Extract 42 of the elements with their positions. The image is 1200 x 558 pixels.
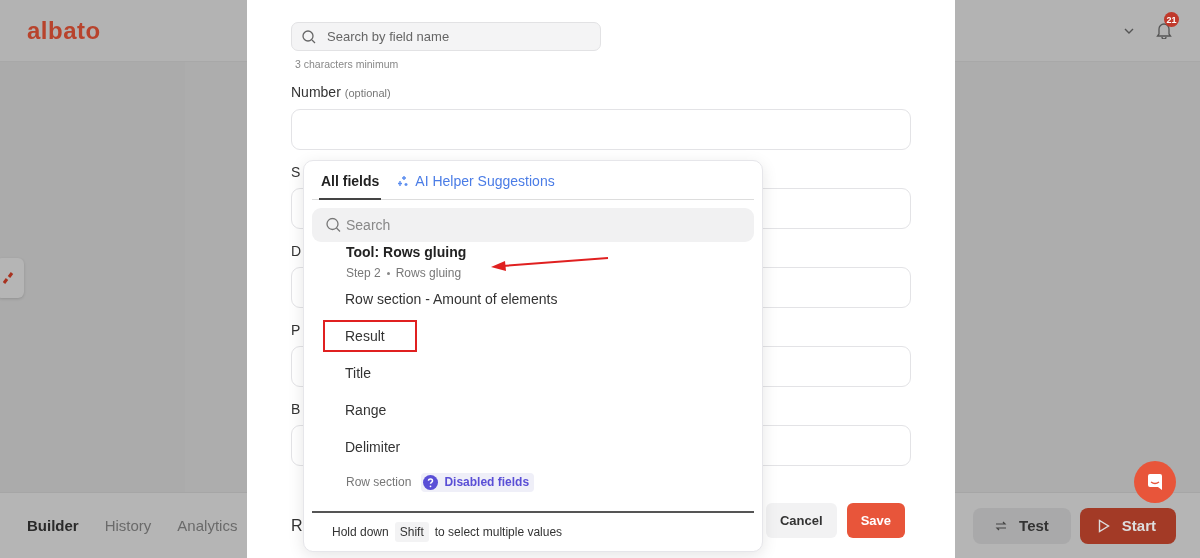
- play-icon: [1097, 518, 1110, 533]
- input-field[interactable]: [291, 109, 911, 150]
- chevron-down-icon[interactable]: [1124, 27, 1134, 34]
- field-label: P: [291, 322, 301, 338]
- optional-note: (optional): [344, 86, 391, 101]
- field-label: Number: [291, 84, 341, 100]
- section-heading: R: [291, 516, 303, 535]
- field-label: B: [291, 401, 301, 417]
- hint-text: 3 characters minimum: [295, 58, 400, 70]
- list-item[interactable]: Delimiter: [323, 430, 423, 463]
- search-field[interactable]: Search: [312, 208, 754, 242]
- tab[interactable]: AI Helper Suggestions: [395, 173, 557, 200]
- search-icon: [302, 29, 316, 44]
- list-item[interactable]: Result: [323, 319, 417, 352]
- field-label: D: [291, 243, 302, 259]
- search-icon: [326, 217, 341, 233]
- field-label: S: [291, 164, 301, 180]
- side-tool-button[interactable]: [0, 258, 24, 298]
- footer-text: Hold down: [332, 525, 389, 539]
- sparkle-icon: [397, 175, 410, 187]
- group-title: Tool: Rows gluing: [346, 244, 468, 260]
- nav-tab[interactable]: Builder: [27, 517, 79, 534]
- bell-icon[interactable]: [1156, 22, 1172, 39]
- start-button[interactable]: Start: [1079, 507, 1176, 544]
- separator-dot: [386, 271, 390, 275]
- step-name: Rows gluing: [395, 266, 462, 280]
- chat-button[interactable]: [1134, 461, 1176, 503]
- search-field[interactable]: Search by field name: [291, 22, 601, 51]
- key-badge: Shift: [394, 522, 429, 542]
- list-item[interactable]: Range: [323, 393, 409, 426]
- step-label: Step 2: [346, 266, 381, 280]
- save-button[interactable]: Save: [846, 503, 905, 538]
- swap-arrows-icon: [995, 520, 1008, 531]
- chat-bubble-icon: [1146, 473, 1164, 491]
- list-item[interactable]: Row section - Amount of elements: [323, 282, 580, 315]
- notification-badge: 21: [1164, 12, 1179, 27]
- list-item[interactable]: Title: [323, 356, 393, 389]
- cancel-button[interactable]: Cancel: [766, 503, 837, 538]
- tab[interactable]: All fields: [319, 173, 382, 200]
- test-button[interactable]: Test: [973, 507, 1071, 544]
- section-label: Row section: [346, 475, 412, 489]
- footer-text: to select multiple values: [434, 525, 563, 539]
